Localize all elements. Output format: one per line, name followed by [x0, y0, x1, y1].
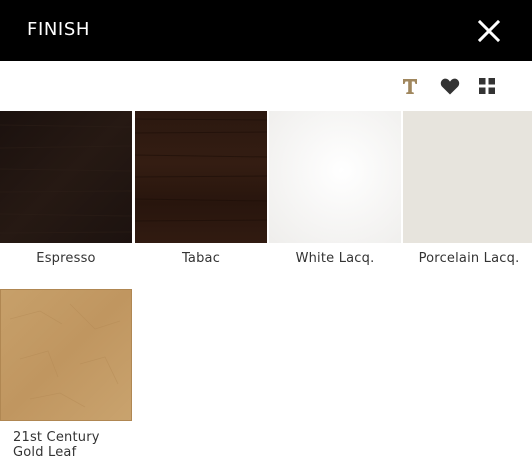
close-icon: [477, 19, 501, 43]
text-icon: [403, 79, 417, 94]
finish-label-gold-leaf-line1: 21st Century: [13, 430, 100, 445]
heart-icon: [440, 78, 460, 95]
white-lacquer-swatch: [269, 111, 401, 243]
finish-swatch-espresso[interactable]: [0, 111, 132, 243]
espresso-wood-swatch: [0, 111, 132, 243]
tabac-wood-swatch: [135, 111, 267, 243]
gold-leaf-swatch: [0, 289, 132, 421]
finish-label-white-lacq: White Lacq.: [295, 251, 375, 266]
finish-swatch-porcelain-lacq[interactable]: [403, 111, 532, 243]
page-title: FINISH: [27, 19, 90, 40]
finish-label-gold-leaf-line2: Gold Leaf: [13, 445, 77, 460]
favorites-button[interactable]: [438, 74, 462, 98]
porcelain-lacquer-swatch: [403, 111, 532, 243]
header-bar: FINISH: [0, 0, 532, 61]
finish-label-tabac: Tabac: [181, 251, 221, 266]
finish-swatch-gold-leaf[interactable]: [0, 289, 132, 421]
close-button[interactable]: [474, 16, 504, 46]
text-view-button[interactable]: [398, 74, 422, 98]
finish-label-espresso: Espresso: [36, 251, 96, 266]
finish-label-porcelain-lacq: Porcelain Lacq.: [418, 251, 520, 266]
finish-label-gold-leaf: 21st Century Gold Leaf: [13, 430, 145, 460]
view-toolbar: [0, 74, 532, 100]
grid-view-button[interactable]: [475, 74, 499, 98]
finish-swatch-tabac[interactable]: [135, 111, 267, 243]
finish-swatch-white-lacq[interactable]: [269, 111, 401, 243]
grid-icon: [479, 78, 495, 94]
